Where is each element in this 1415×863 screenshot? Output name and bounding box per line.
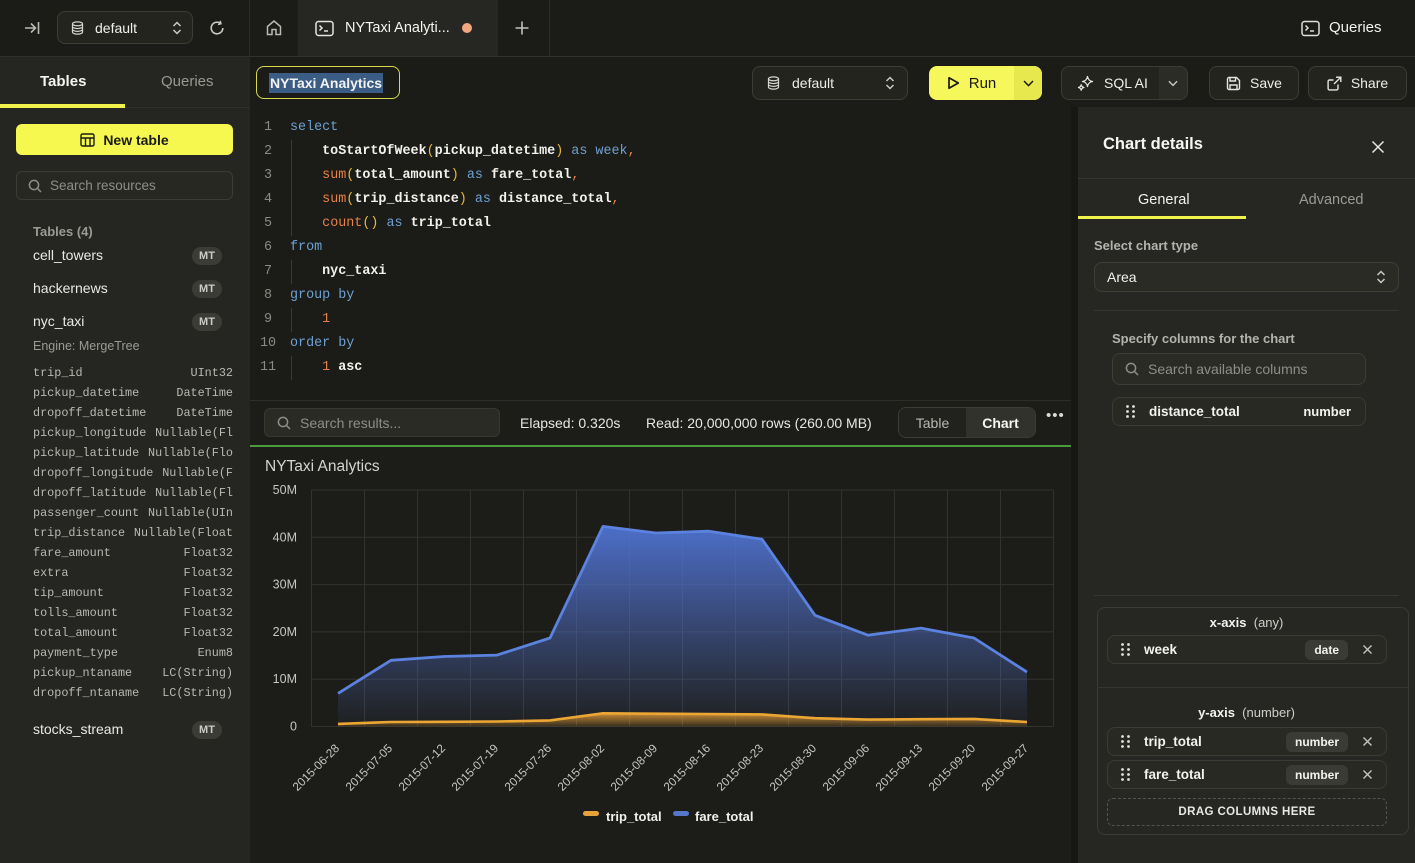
svg-text:2015-09-13: 2015-09-13 <box>873 741 926 794</box>
svg-text:2015-08-30: 2015-08-30 <box>767 741 820 794</box>
svg-text:2015-07-12: 2015-07-12 <box>396 741 449 794</box>
svg-text:fare_total: fare_total <box>695 809 754 824</box>
svg-text:2015-08-23: 2015-08-23 <box>714 741 767 794</box>
svg-text:trip_total: trip_total <box>606 809 662 824</box>
svg-text:2015-08-02: 2015-08-02 <box>555 741 608 794</box>
svg-text:40M: 40M <box>273 530 297 544</box>
svg-text:2015-06-28: 2015-06-28 <box>290 741 343 794</box>
svg-text:2015-08-16: 2015-08-16 <box>661 741 714 794</box>
svg-text:2015-09-27: 2015-09-27 <box>979 741 1032 794</box>
svg-text:2015-07-26: 2015-07-26 <box>502 741 555 794</box>
svg-text:2015-07-19: 2015-07-19 <box>449 741 502 794</box>
svg-text:0: 0 <box>290 720 297 734</box>
svg-text:50M: 50M <box>273 483 297 497</box>
svg-text:10M: 10M <box>273 672 297 686</box>
svg-text:20M: 20M <box>273 625 297 639</box>
svg-text:2015-09-06: 2015-09-06 <box>820 741 873 794</box>
svg-text:2015-07-05: 2015-07-05 <box>343 741 396 794</box>
svg-text:2015-08-09: 2015-08-09 <box>608 741 661 794</box>
svg-text:30M: 30M <box>273 578 297 592</box>
svg-text:2015-09-20: 2015-09-20 <box>926 741 979 794</box>
